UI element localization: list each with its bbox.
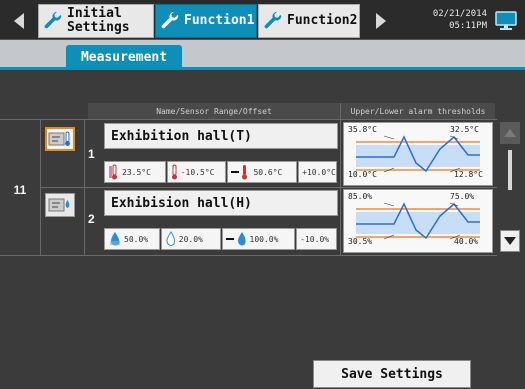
threshold-upper-low: 75.0% <box>450 192 475 201</box>
threshold-chart[interactable]: 85.0% 75.0% 30.5% 40.0% <box>343 189 493 253</box>
range-dash-icon <box>231 165 248 180</box>
sensor-name-field[interactable]: Exhibition hall(T) <box>104 123 338 149</box>
tab-measurement[interactable]: Measurement <box>66 45 182 70</box>
humidity-drop-low-icon <box>166 231 175 246</box>
tab-function2-label: Function2 <box>287 13 358 28</box>
thermometer-icon <box>109 164 117 180</box>
row-divider <box>0 255 497 256</box>
right-arrow-icon[interactable] <box>366 6 396 36</box>
app-window: Initial Settings Function1 Function2 02/2… <box>0 0 525 389</box>
range-dash-icon <box>225 232 246 246</box>
row-number: 1 <box>88 147 95 161</box>
header-name-sensor: Name/Sensor Range/Offset <box>88 103 340 119</box>
tab-initial-settings[interactable]: Initial Settings <box>38 4 154 38</box>
tab-initial-settings-label: Initial Settings <box>67 6 130 35</box>
row-divider <box>0 119 497 120</box>
threshold-lower-low: 10.0°C <box>348 170 377 179</box>
date-text: 02/21/2014 <box>432 9 487 19</box>
header-alarm-thresholds: Upper/Lower alarm thresholds <box>341 103 495 119</box>
current-value-cell[interactable]: 50.0% <box>104 228 160 250</box>
humidity-drop-icon <box>110 232 120 246</box>
scroll-up-icon[interactable] <box>500 122 520 144</box>
row-divider <box>40 187 497 188</box>
range-min-cell[interactable]: 20.0% <box>160 228 221 250</box>
threshold-lower-low: 30.5% <box>348 237 373 246</box>
group-number: 11 <box>13 183 27 197</box>
column-divider <box>340 103 341 255</box>
tab-function2[interactable]: Function2 <box>258 4 360 38</box>
top-bar: Initial Settings Function1 Function2 02/2… <box>0 0 525 40</box>
tab-function1-label: Function1 <box>184 13 255 28</box>
save-settings-button[interactable]: Save Settings <box>313 360 471 388</box>
threshold-upper-low: 32.5°C <box>450 125 479 134</box>
time-text: 05:11PM <box>449 21 487 31</box>
left-arrow-icon[interactable] <box>4 6 34 36</box>
thermometer-low-icon <box>171 164 177 180</box>
scroll-thumb[interactable] <box>508 150 512 190</box>
range-min-cell[interactable]: -10.5°C <box>166 161 227 183</box>
scrollbar[interactable] <box>500 120 520 254</box>
threshold-upper-high: 85.0% <box>348 192 373 201</box>
offset-cell[interactable]: +10.0°C <box>298 161 337 183</box>
wrench-icon <box>259 10 287 32</box>
current-value-cell[interactable]: 23.5°C <box>104 161 166 183</box>
range-max-cell[interactable]: 100.0% <box>221 228 296 250</box>
threshold-upper-high: 35.8°C <box>348 125 377 134</box>
tab-function1[interactable]: Function1 <box>155 4 257 38</box>
scroll-down-icon[interactable] <box>500 230 520 252</box>
threshold-chart[interactable]: 35.8°C 32.5°C 10.0°C 12.8°C <box>343 122 493 186</box>
sensor-name-field[interactable]: Exhibision hall(H) <box>104 190 338 216</box>
sensor-range-row: 23.5°C -10.5°C 50.6°C +10.0°C <box>104 161 338 183</box>
offset-cell[interactable]: -10.0% <box>296 228 337 250</box>
sensor-range-row: 50.0% 20.0% 100.0% -10.0% <box>104 228 338 250</box>
subtab-bar: Measurement <box>0 40 525 70</box>
monitor-icon[interactable] <box>491 6 521 36</box>
datetime: 02/21/2014 05:11PM <box>407 8 487 32</box>
column-divider <box>40 119 41 255</box>
column-divider <box>84 119 85 255</box>
threshold-lower-high: 12.8°C <box>454 170 483 179</box>
wrench-icon <box>39 10 67 32</box>
temperature-sensor-icon[interactable] <box>45 127 75 151</box>
range-max-cell[interactable]: 50.6°C <box>227 161 298 183</box>
threshold-lower-high: 40.0% <box>454 237 479 246</box>
humidity-sensor-icon[interactable] <box>45 193 75 217</box>
wrench-icon <box>156 10 184 32</box>
row-number: 2 <box>88 212 95 226</box>
